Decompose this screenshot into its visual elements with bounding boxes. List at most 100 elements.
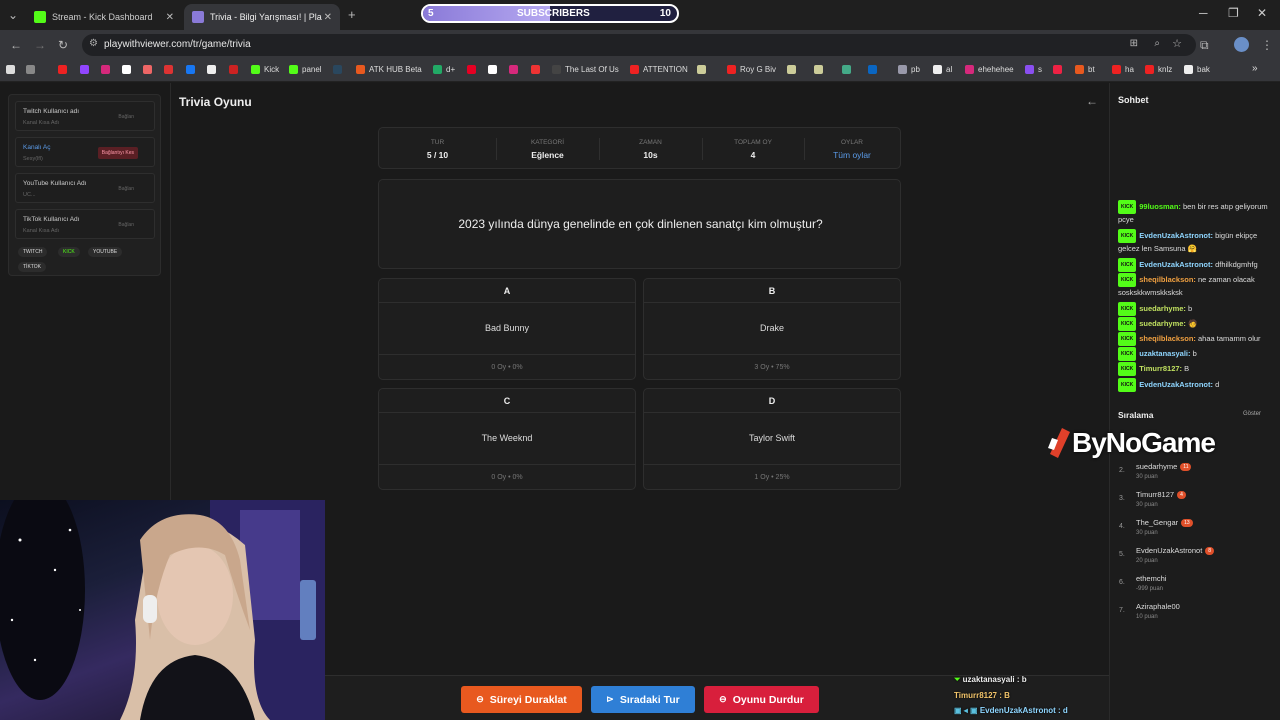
youtube-connection[interactable]: YouTube Kullanıcı Adı UC... Bağlan	[15, 173, 155, 203]
forward-icon[interactable]: →	[34, 38, 46, 52]
platform-pill-youtube[interactable]: YOUTUBE	[88, 247, 123, 257]
facebook-bookmark-icon[interactable]	[186, 65, 199, 74]
bookmark-icon[interactable]	[164, 65, 177, 74]
bookmark-the-last-of-us[interactable]: The Last Of Us	[552, 65, 619, 74]
next-round-button[interactable]: ⊳ Sıradaki Tur	[591, 686, 695, 713]
close-tab-icon[interactable]: ✕	[324, 12, 332, 23]
bookmark-kick[interactable]: Kick	[251, 65, 279, 74]
chat-username[interactable]: sheqilblackson:	[1139, 334, 1196, 343]
bookmark-pb[interactable]: pb	[898, 65, 920, 74]
bookmark-icon[interactable]	[814, 65, 827, 74]
bookmark-icon[interactable]	[122, 65, 135, 74]
bookmark-icon[interactable]	[697, 65, 710, 74]
chat-text: b	[1188, 304, 1193, 313]
bookmark-icon[interactable]	[531, 65, 544, 74]
bookmark-s[interactable]: s	[1025, 65, 1042, 74]
apps-icon[interactable]	[6, 65, 19, 74]
profile-avatar[interactable]	[1234, 37, 1249, 52]
tab-trivia[interactable]: Trivia - Bilgi Yarışması! | Pla ✕	[184, 4, 340, 30]
instagram-bookmark-icon[interactable]	[509, 65, 522, 74]
more-bookmarks-icon[interactable]: »	[1252, 63, 1258, 74]
twitch-bookmark-icon[interactable]	[80, 65, 93, 74]
back-icon[interactable]: ←	[10, 38, 22, 52]
field-label: YouTube Kullanıcı Adı	[23, 180, 87, 187]
bookmark-atk-hub[interactable]: ATK HUB Beta	[356, 65, 422, 74]
connect-button[interactable]: Bağlan	[118, 222, 134, 228]
rank-number: 4.	[1119, 523, 1125, 530]
youtube-bookmark-icon[interactable]	[58, 65, 71, 74]
close-tab-icon[interactable]: ✕	[166, 12, 174, 23]
rank-number: 5.	[1119, 551, 1125, 558]
tiktok-connection[interactable]: TikTok Kullanıcı Adı Kanal Kısa Adı Bağl…	[15, 209, 155, 239]
rank-name: Timurr8127 4	[1136, 490, 1186, 499]
rank-number: 2.	[1119, 467, 1125, 474]
chat-username[interactable]: sheqilblackson:	[1139, 275, 1196, 284]
all-votes-link[interactable]: Tüm oylar	[804, 150, 900, 160]
bookmark-attention[interactable]: ATTENTION	[630, 65, 688, 74]
chat-username[interactable]: EvdenUzakAstronot:	[1139, 380, 1213, 389]
close-window-icon[interactable]: ✕	[1257, 6, 1267, 20]
stop-game-button[interactable]: ⊖ Oyunu Durdur	[704, 686, 819, 713]
bookmark-icon[interactable]	[842, 65, 855, 74]
menu-icon[interactable]: ⋮	[1261, 38, 1273, 52]
bookmark-star-icon[interactable]: ☆	[1172, 37, 1182, 50]
instagram-bookmark-icon[interactable]	[101, 65, 114, 74]
connect-button[interactable]: Bağlan	[118, 186, 134, 192]
platform-pill-tiktok[interactable]: TİKTOK	[18, 262, 46, 272]
kick-connection[interactable]: Kanalı Aç Sesy(lfl) Bağlantıyı Kes	[15, 137, 155, 167]
bookmark-icon[interactable]	[1053, 65, 1066, 74]
site-info-icon[interactable]: ⚙	[89, 38, 98, 49]
bookmark-al[interactable]: al	[933, 65, 952, 74]
bookmark-icon[interactable]	[787, 65, 800, 74]
ranking-toggle-button[interactable]: Göster	[1243, 411, 1261, 417]
bookmark-bak[interactable]: bak	[1184, 65, 1210, 74]
kick-badge: KICK	[1118, 317, 1137, 331]
translate-icon[interactable]: ⊞	[1130, 38, 1138, 49]
x-bookmark-icon[interactable]	[207, 65, 220, 74]
chat-username[interactable]: EvdenUzakAstronot:	[1139, 231, 1213, 240]
chat-username[interactable]: suedarhyme:	[1139, 319, 1186, 328]
bookmark-ha[interactable]: ha	[1112, 65, 1134, 74]
tab-kick-dashboard[interactable]: Stream - Kick Dashboard ✕	[26, 4, 182, 30]
bookmark-roy-g-biv[interactable]: Roy G Biv	[727, 65, 776, 74]
platform-pill-twitch[interactable]: TWITCH	[18, 247, 48, 257]
chat-username[interactable]: uzaktanasyali:	[1139, 349, 1190, 358]
address-bar[interactable]: ⚙ playwithviewer.com/tr/game/trivia ⊞ ⌕ …	[82, 34, 1196, 56]
bookmark-icon[interactable]	[229, 65, 242, 74]
bookmark-panel[interactable]: panel	[289, 65, 322, 74]
minimize-icon[interactable]: ─	[1199, 6, 1208, 20]
chat-username[interactable]: Timurr8127:	[1139, 364, 1182, 373]
pause-timer-button[interactable]: ⊖ Süreyi Duraklat	[461, 686, 582, 713]
rank-name: EvdenUzakAstronot 8	[1136, 546, 1215, 555]
bookmark-bt[interactable]: bt	[1075, 65, 1095, 74]
bookmark-icon[interactable]	[488, 65, 501, 74]
chat-username[interactable]: EvdenUzakAstronot:	[1139, 260, 1213, 269]
chat-title: Sohbet	[1118, 95, 1149, 105]
open-channel-link[interactable]: Kanalı Aç	[23, 144, 50, 151]
linkedin-bookmark-icon[interactable]	[868, 65, 881, 74]
steam-bookmark-icon[interactable]	[333, 65, 346, 74]
chat-username[interactable]: 99luosman:	[1139, 202, 1181, 211]
new-tab-button[interactable]: +	[348, 7, 356, 22]
tab-search-icon[interactable]: ⌄	[8, 8, 18, 22]
connect-button[interactable]: Bağlan	[118, 114, 134, 120]
twitch-connection[interactable]: Twitch Kullanıcı adı Kanal Kısa Adı Bağl…	[15, 101, 155, 131]
reload-icon[interactable]: ↻	[58, 38, 68, 52]
pinterest-bookmark-icon[interactable]	[467, 65, 480, 74]
zoom-icon[interactable]: ⌕	[1154, 38, 1160, 49]
chat-username[interactable]: suedarhyme:	[1139, 304, 1186, 313]
maximize-icon[interactable]: ❐	[1228, 6, 1239, 20]
bookmark-ehehehee[interactable]: ehehehee	[965, 65, 1014, 74]
bookmark-icon[interactable]	[143, 65, 156, 74]
disconnect-button[interactable]: Bağlantıyı Kes	[97, 147, 138, 159]
webcam-image	[0, 500, 325, 720]
grid-icon[interactable]	[26, 65, 39, 74]
arrow-left-icon[interactable]: ←	[1086, 94, 1098, 108]
bookmark-knlz[interactable]: knlz	[1145, 65, 1172, 74]
extensions-icon[interactable]: ⧉	[1200, 38, 1209, 53]
bookmark-dplus[interactable]: d+	[433, 65, 455, 74]
platform-pill-kick[interactable]: KICK	[58, 247, 80, 257]
option-letter: A	[379, 279, 635, 303]
chat-message: KICK Timurr8127: B	[1118, 362, 1276, 376]
ranking-row: 4. The_Gengar 13 30 puan	[1118, 516, 1273, 542]
